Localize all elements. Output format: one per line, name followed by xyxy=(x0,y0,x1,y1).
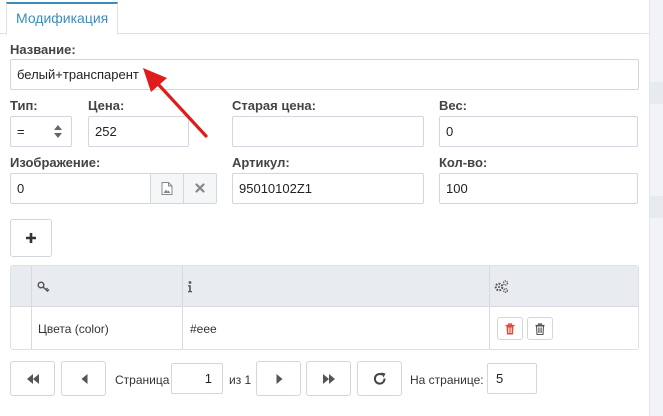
price-label: Цена: xyxy=(88,98,125,113)
property-name-cell: Цвета (color) xyxy=(38,322,109,336)
chevron-right-icon xyxy=(276,374,283,384)
weight-input[interactable]: 0 xyxy=(439,116,638,147)
old-price-input[interactable] xyxy=(232,116,424,147)
per-page-label: На странице: xyxy=(410,373,484,387)
image-clear-button[interactable] xyxy=(183,174,216,203)
next-page-button[interactable] xyxy=(256,361,301,396)
properties-table: Цвета (color) #eee xyxy=(10,265,639,350)
delete-row-button[interactable] xyxy=(497,317,523,340)
weight-label: Вес: xyxy=(439,98,468,113)
qty-input[interactable]: 100 xyxy=(439,173,638,204)
property-value-cell: #eee xyxy=(190,322,217,336)
background-panel xyxy=(649,0,663,416)
chevron-left-icon xyxy=(81,374,88,384)
plus-icon xyxy=(26,233,36,243)
image-label: Изображение: xyxy=(10,155,101,170)
close-icon xyxy=(195,183,205,193)
double-chevron-left-icon xyxy=(27,374,39,384)
refresh-button[interactable] xyxy=(357,361,402,396)
key-icon xyxy=(37,281,50,293)
image-input[interactable]: 0 xyxy=(17,181,24,196)
type-select-value: = xyxy=(17,124,25,139)
prev-page-button[interactable] xyxy=(61,361,106,396)
image-input-group: 0 xyxy=(10,173,217,204)
table-row: Цвета (color) #eee xyxy=(11,307,638,349)
refresh-icon xyxy=(373,372,386,385)
trash-icon xyxy=(535,323,545,335)
background-row xyxy=(650,196,663,218)
image-file-icon xyxy=(161,182,173,195)
image-browse-button[interactable] xyxy=(150,174,183,203)
first-page-button[interactable] xyxy=(10,361,55,396)
old-price-label: Старая цена: xyxy=(232,98,316,113)
price-input[interactable]: 252 xyxy=(88,116,189,147)
article-label: Артикул: xyxy=(232,155,290,170)
table-header xyxy=(11,266,638,307)
article-input[interactable]: 95010102Z1 xyxy=(232,173,424,204)
page-number-input[interactable]: 1 xyxy=(171,363,223,394)
name-label: Название: xyxy=(10,42,76,57)
double-chevron-right-icon xyxy=(323,374,335,384)
gears-icon xyxy=(494,280,509,293)
type-select[interactable]: = xyxy=(10,116,72,147)
add-property-button[interactable] xyxy=(10,219,52,257)
qty-label: Кол-во: xyxy=(439,155,488,170)
select-arrows-icon xyxy=(54,125,62,139)
info-icon xyxy=(188,281,192,293)
trash-icon xyxy=(505,323,515,335)
per-page-input[interactable]: 5 xyxy=(487,363,537,394)
tab-bar: Модификация xyxy=(0,0,649,35)
last-page-button[interactable] xyxy=(306,361,351,396)
background-row xyxy=(650,82,663,104)
name-input[interactable]: белый+транспарент xyxy=(10,59,639,90)
tab-modification[interactable]: Модификация xyxy=(6,2,119,35)
type-label: Тип: xyxy=(10,98,38,113)
page-label: Страница xyxy=(115,373,170,387)
clear-row-button[interactable] xyxy=(527,317,553,340)
page-count-label: из 1 xyxy=(229,373,252,387)
